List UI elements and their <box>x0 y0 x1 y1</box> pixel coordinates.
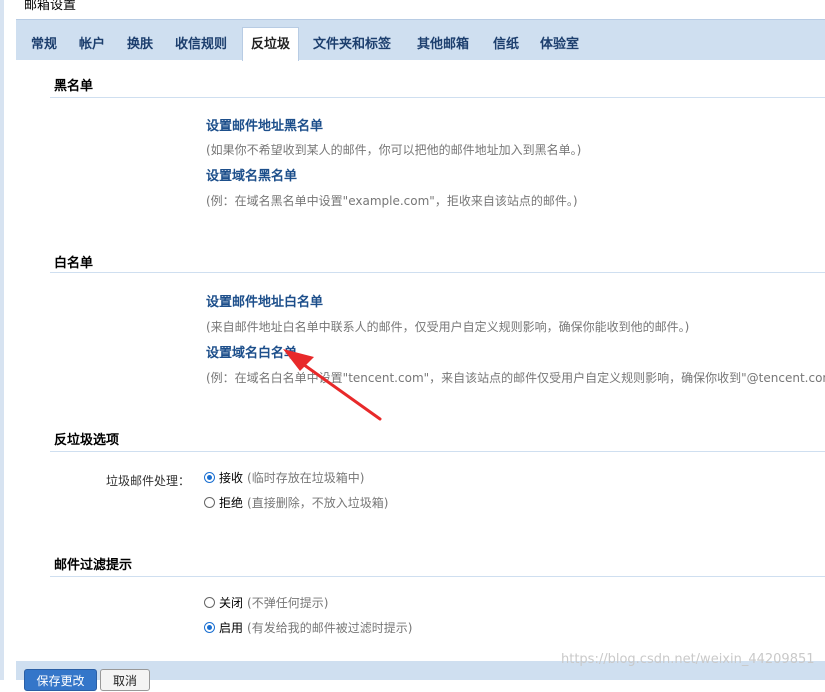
tab-receive-rules[interactable]: 收信规则 <box>175 32 227 60</box>
tab-skin[interactable]: 换肤 <box>127 32 153 60</box>
tab-account[interactable]: 帐户 <box>79 32 105 60</box>
spam-reject-note: (直接删除，不放入垃圾箱) <box>247 496 389 510</box>
filter-hint-off-radio[interactable] <box>204 597 215 608</box>
spam-accept-option[interactable]: 接收 (临时存放在垃圾箱中) <box>204 469 364 486</box>
tab-stationery[interactable]: 信纸 <box>493 32 519 60</box>
page-title: 邮箱设置 <box>24 0 77 13</box>
whitelist-domain-desc: (例：在域名白名单中设置"tencent.com"，来自该站点的邮件仅受用户自定… <box>206 371 825 385</box>
watermark-text: https://blog.csdn.net/weixin_44209851 <box>561 652 815 667</box>
filter-hint-heading: 邮件过滤提示 <box>54 558 133 573</box>
filter-hint-on-note: (有发给我的邮件被过滤时提示) <box>247 621 413 635</box>
tab-other-mailbox[interactable]: 其他邮箱 <box>417 32 469 60</box>
whitelist-address-link[interactable]: 设置邮件地址白名单 <box>206 291 323 310</box>
filter-hint-off-note: (不弹任何提示) <box>247 596 329 610</box>
blacklist-divider <box>50 97 825 98</box>
spam-accept-note: (临时存放在垃圾箱中) <box>247 471 365 485</box>
spam-accept-radio[interactable] <box>204 472 215 483</box>
whitelist-heading: 白名单 <box>54 256 94 271</box>
spam-reject-label: 拒绝 <box>219 496 244 510</box>
filter-hint-on-option[interactable]: 启用 (有发给我的邮件被过滤时提示) <box>204 619 412 636</box>
antispam-heading: 反垃圾选项 <box>54 433 120 448</box>
filter-hint-on-radio[interactable] <box>204 622 215 633</box>
whitelist-divider <box>50 272 825 273</box>
filter-hint-off-label: 关闭 <box>219 596 244 610</box>
tab-antispam[interactable]: 反垃圾 <box>242 27 300 61</box>
spam-reject-radio[interactable] <box>204 497 215 508</box>
blacklist-domain-desc: (例：在域名黑名单中设置"example.com"，拒收来自该站点的邮件。) <box>206 194 578 208</box>
cancel-button[interactable]: 取消 <box>100 669 150 691</box>
tab-bar: 常规 帐户 换肤 收信规则 反垃圾 文件夹和标签 其他邮箱 信纸 体验室 <box>16 19 825 61</box>
tab-lab[interactable]: 体验室 <box>540 32 579 60</box>
blacklist-address-desc: (如果你不希望收到某人的邮件，你可以把他的邮件地址加入到黑名单。) <box>206 143 582 157</box>
antispam-divider <box>50 451 825 452</box>
filter-hint-on-label: 启用 <box>219 621 244 635</box>
filter-hint-divider <box>50 576 825 577</box>
spam-accept-label: 接收 <box>219 471 244 485</box>
left-rail <box>0 0 4 680</box>
blacklist-address-link[interactable]: 设置邮件地址黑名单 <box>206 115 323 134</box>
spam-reject-option[interactable]: 拒绝 (直接删除，不放入垃圾箱) <box>204 494 388 511</box>
spam-handling-label: 垃圾邮件处理： <box>106 474 191 488</box>
filter-hint-off-option[interactable]: 关闭 (不弹任何提示) <box>204 594 328 611</box>
tab-general[interactable]: 常规 <box>31 32 57 60</box>
blacklist-domain-link[interactable]: 设置域名黑名单 <box>206 165 297 184</box>
whitelist-address-desc: (来自邮件地址白名单中联系人的邮件，仅受用户自定义规则影响，确保你能收到他的邮件… <box>206 320 690 334</box>
whitelist-domain-link[interactable]: 设置域名白名单 <box>206 342 297 361</box>
save-button[interactable]: 保存更改 <box>24 669 97 691</box>
tab-folders-labels[interactable]: 文件夹和标签 <box>313 32 391 60</box>
settings-frame: 邮箱设置 常规 帐户 换肤 收信规则 反垃圾 文件夹和标签 其他邮箱 信纸 体验… <box>16 0 825 691</box>
blacklist-heading: 黑名单 <box>54 79 94 94</box>
